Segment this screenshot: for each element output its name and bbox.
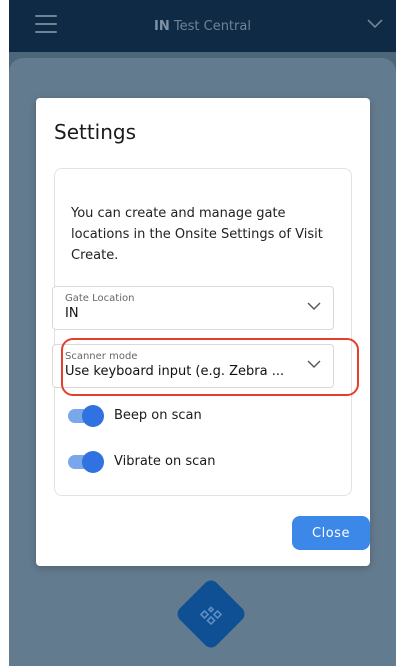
title-rest: Test Central (169, 18, 251, 34)
page-title: IN Test Central (154, 19, 251, 34)
vibrate-toggle[interactable] (68, 450, 104, 473)
vibrate-on-scan-row: Vibrate on scan (68, 450, 216, 473)
gate-location-select[interactable]: Gate Location IN (52, 286, 334, 330)
beep-toggle[interactable] (68, 404, 104, 427)
vibrate-label: Vibrate on scan (114, 454, 216, 469)
gate-location-label: Gate Location (65, 293, 135, 304)
beep-on-scan-row: Beep on scan (68, 404, 202, 427)
settings-panel: You can create and manage gate locations… (54, 168, 352, 496)
beep-label: Beep on scan (114, 408, 202, 423)
scan-icon (199, 606, 223, 626)
settings-dialog: Settings You can create and manage gate … (36, 98, 370, 566)
toggle-knob (82, 404, 104, 427)
title-prefix: IN (154, 18, 170, 34)
top-bar: IN Test Central (9, 0, 396, 52)
gate-location-value: IN (65, 306, 79, 321)
chevron-down-icon (307, 302, 321, 310)
menu-icon[interactable] (35, 15, 57, 33)
gate-info-text: You can create and manage gate locations… (71, 206, 323, 263)
dialog-title: Settings (54, 120, 137, 144)
chevron-down-icon[interactable] (366, 16, 384, 30)
toggle-knob (82, 450, 104, 473)
close-button[interactable]: Close (292, 516, 370, 550)
annotation-highlight (61, 338, 359, 396)
